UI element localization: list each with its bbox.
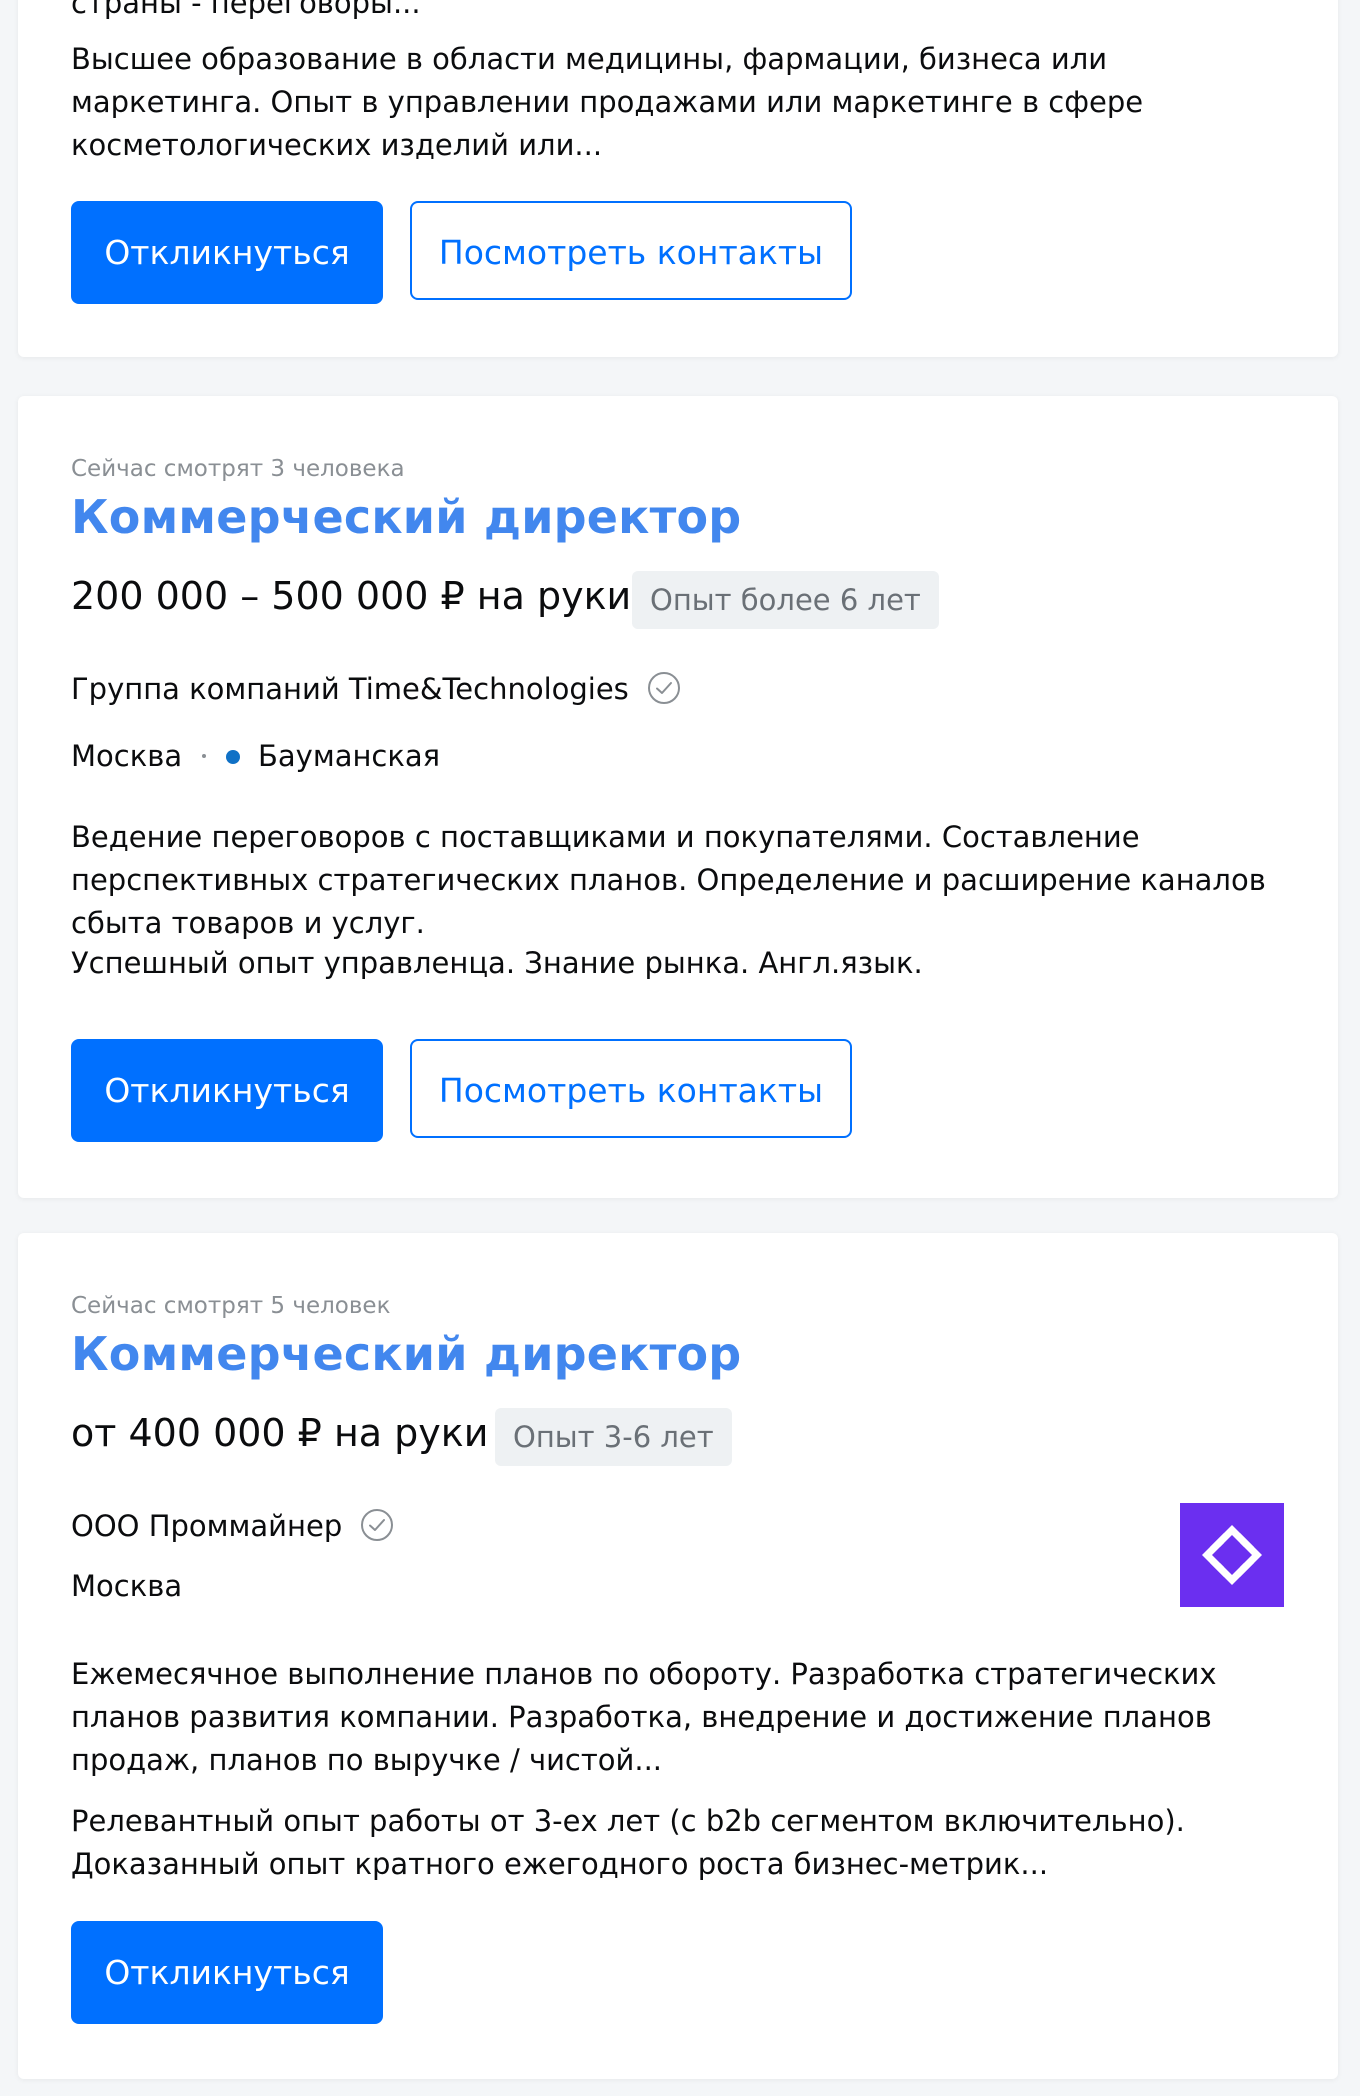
vacancy-requirements: Высшее образование в области медицины, ф… (71, 42, 1144, 162)
vacancy-card: страны - переговоры... Высшее образовани… (18, 0, 1338, 357)
view-contacts-button[interactable]: Посмотреть контакты (410, 1039, 852, 1138)
respond-button[interactable]: Откликнуться (71, 201, 383, 304)
vacancy-salary: 200 000 – 500 000 ₽ на руки (71, 574, 632, 618)
metro-line-icon (226, 750, 240, 764)
separator-dot (202, 754, 206, 758)
respond-button[interactable]: Откликнуться (71, 1039, 383, 1142)
vacancy-card: Сейчас смотрят 3 человека Коммерческий д… (18, 396, 1338, 1198)
viewers-count: Сейчас смотрят 5 человек (71, 1293, 391, 1319)
vacancy-responsibilities: Ежемесячное выполнение планов по обороту… (71, 1657, 1217, 1777)
vacancy-title-link[interactable]: Коммерческий директор (71, 490, 741, 544)
verified-check-icon (648, 672, 680, 704)
respond-button[interactable]: Откликнуться (71, 1921, 383, 2024)
vacancy-title-link[interactable]: Коммерческий директор (71, 1327, 741, 1381)
vacancy-card: Сейчас смотрят 5 человек Коммерческий ди… (18, 1233, 1338, 2079)
prommainer-logo-icon (1202, 1525, 1262, 1585)
vacancy-requirements: Успешный опыт управленца. Знание рынка. … (71, 946, 923, 980)
verified-check-icon (361, 1509, 393, 1541)
company-name-link[interactable]: Группа компаний Time&Technologies (71, 672, 629, 706)
vacancy-cut-text: страны - переговоры... (71, 0, 421, 20)
company-logo[interactable] (1180, 1503, 1284, 1607)
experience-badge: Опыт более 6 лет (632, 571, 939, 629)
metro-station: Бауманская (258, 739, 441, 773)
view-contacts-button[interactable]: Посмотреть контакты (410, 201, 852, 300)
vacancy-salary: от 400 000 ₽ на руки (71, 1411, 489, 1455)
location-city: Москва (71, 739, 183, 773)
viewers-count: Сейчас смотрят 3 человека (71, 456, 405, 482)
vacancy-requirements: Релевантный опыт работы от 3-ех лет (с b… (71, 1804, 1185, 1881)
location-city: Москва (71, 1569, 183, 1603)
company-name-link[interactable]: ООО Проммайнер (71, 1509, 342, 1543)
vacancy-responsibilities: Ведение переговоров с поставщиками и пок… (71, 820, 1266, 940)
experience-badge: Опыт 3-6 лет (495, 1408, 732, 1466)
